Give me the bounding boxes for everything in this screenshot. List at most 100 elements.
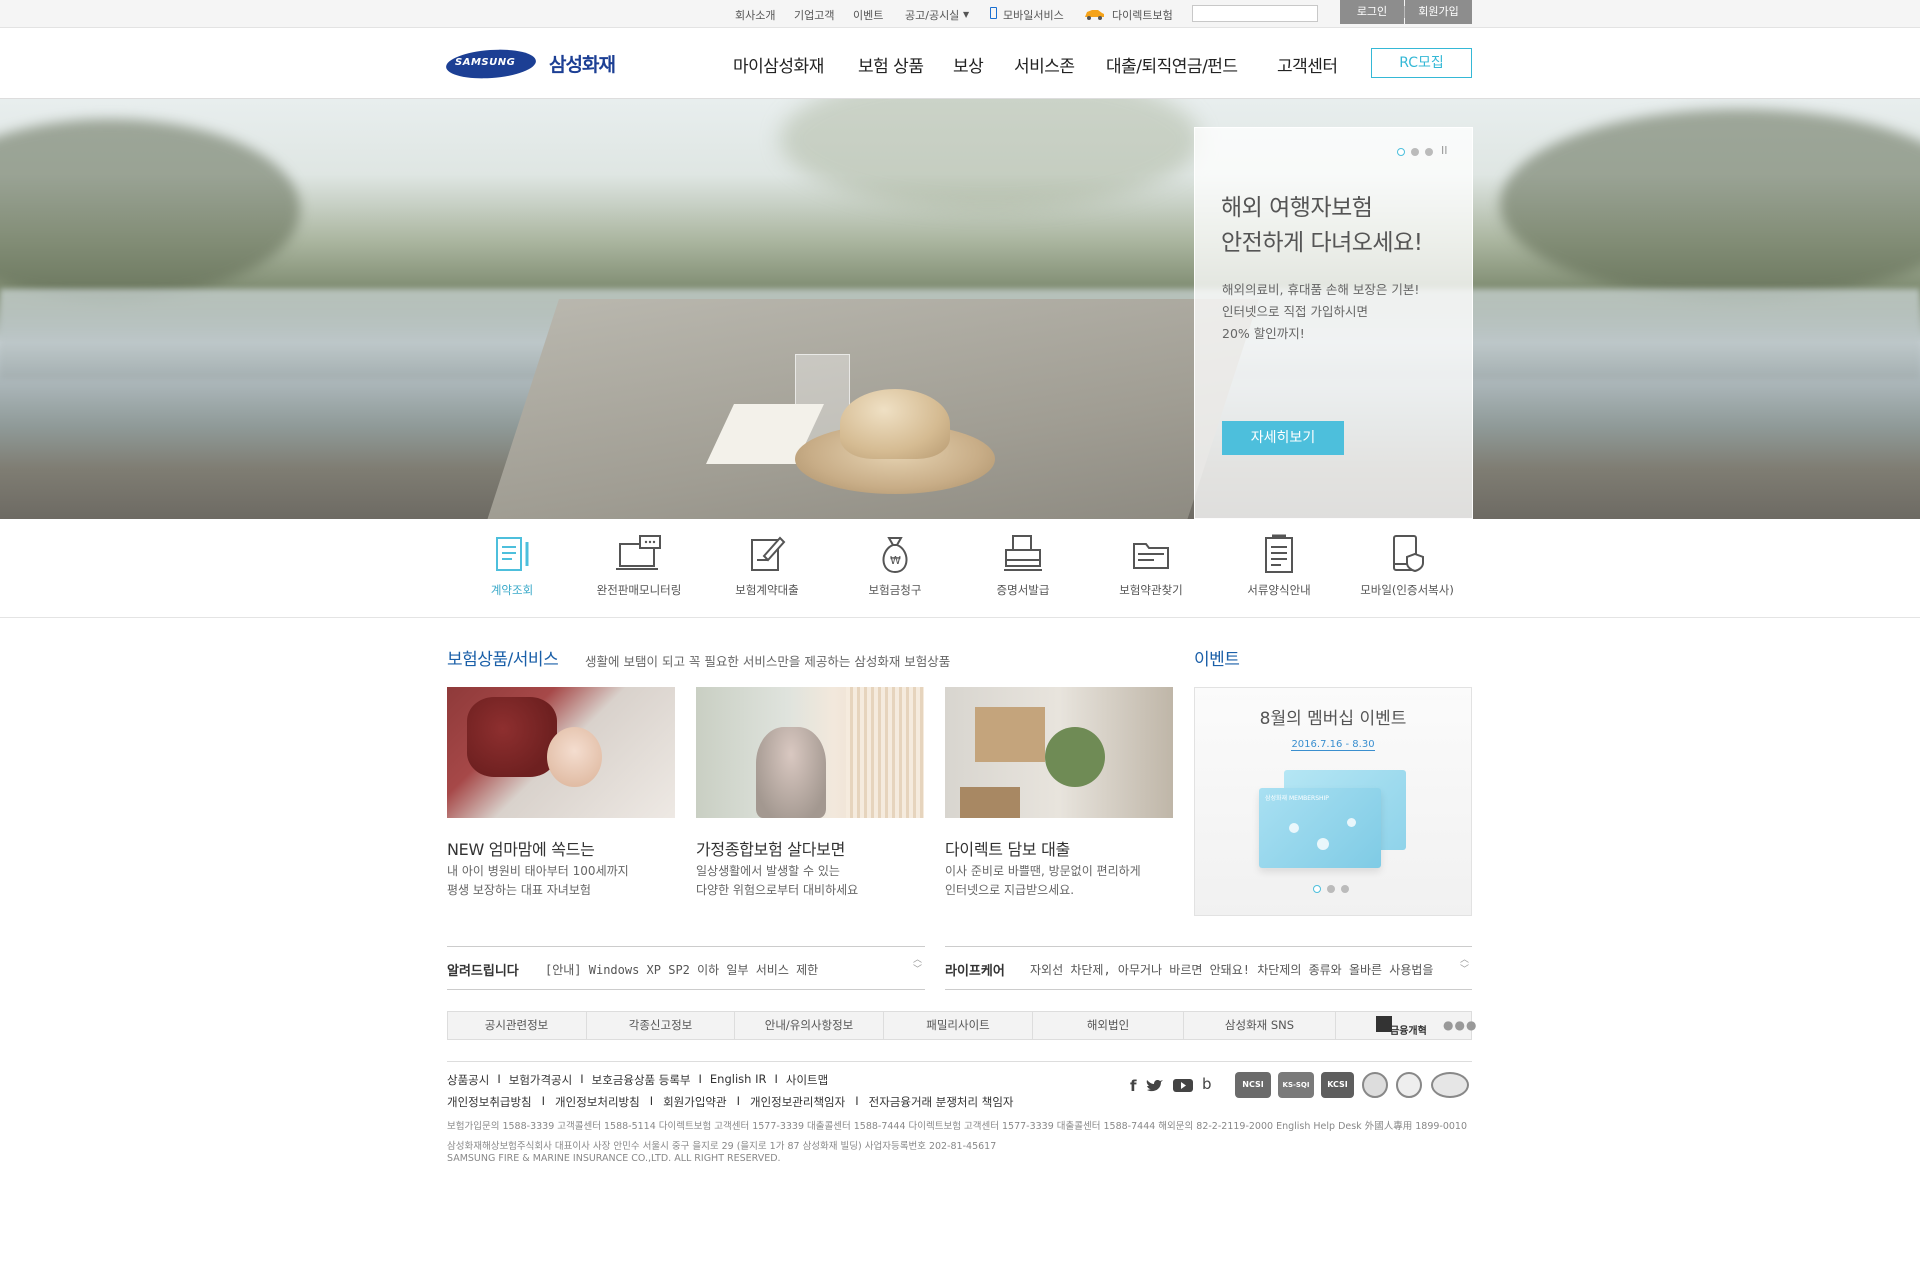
facebook-icon[interactable]: f bbox=[1130, 1077, 1137, 1095]
footer-separator: I bbox=[774, 1072, 778, 1086]
quick-certificate[interactable]: 증명서발급 bbox=[958, 534, 1088, 598]
quick-claim[interactable]: ₩ 보험금청구 bbox=[830, 534, 960, 598]
hero-hill-left bbox=[0, 119, 300, 299]
hero-desc-line1: 해외의료비, 휴대품 손해 보장은 기본! bbox=[1222, 282, 1420, 297]
quick-contract-inquiry[interactable]: 계약조회 bbox=[447, 534, 577, 598]
image-couple bbox=[756, 727, 826, 818]
blog-icon[interactable]: b bbox=[1202, 1075, 1212, 1093]
hero-hat-crown bbox=[840, 389, 950, 459]
footer-link[interactable]: 보호금융상품 등록부 bbox=[592, 1072, 691, 1088]
finance-reform-logo[interactable]: 금융개혁 bbox=[1390, 1022, 1427, 1037]
footer-link[interactable]: 개인정보처리방침 bbox=[555, 1094, 640, 1110]
wa-mark-icon bbox=[1431, 1072, 1469, 1098]
hero-detail-button[interactable]: 자세히보기 bbox=[1222, 421, 1344, 455]
join-button[interactable]: 회원가입 bbox=[1405, 0, 1472, 24]
product-title-home[interactable]: 가정종합보험 살다보면 bbox=[696, 836, 845, 860]
product-desc-line: 다양한 위험으로부터 대비하세요 bbox=[696, 883, 859, 897]
twitter-icon[interactable] bbox=[1146, 1079, 1164, 1093]
contract-document-icon bbox=[496, 537, 529, 571]
util-link-notice[interactable]: 공고/공시실 bbox=[905, 7, 959, 23]
footer-link[interactable]: 개인정보관리책임자 bbox=[750, 1094, 845, 1110]
pause-icon[interactable]: II bbox=[1441, 144, 1448, 157]
ncsi-badge: NCSI bbox=[1235, 1072, 1271, 1098]
util-link-business[interactable]: 기업고객 bbox=[794, 7, 834, 23]
util-link-company[interactable]: 회사소개 bbox=[735, 7, 775, 23]
product-desc-line: 평생 보장하는 대표 자녀보험 bbox=[447, 883, 591, 897]
notice-text[interactable]: [안내] Windows XP SP2 이하 일부 서비스 제한 bbox=[545, 961, 818, 978]
quick-label: 보험약관찾기 bbox=[1119, 583, 1183, 597]
flower-icon bbox=[1317, 838, 1329, 850]
slide-dot-3[interactable] bbox=[1425, 148, 1433, 156]
footer-link[interactable]: 사이트맵 bbox=[786, 1072, 828, 1088]
footer-link[interactable]: English IR bbox=[710, 1072, 767, 1088]
award-seal-icon bbox=[1396, 1072, 1422, 1098]
tab-family-sites[interactable]: 패밀리사이트 bbox=[884, 1011, 1033, 1040]
product-image-home[interactable] bbox=[696, 687, 924, 818]
lifecare-arrows-icon[interactable]: ︿ ﹀ bbox=[1460, 955, 1469, 975]
util-link-event[interactable]: 이벤트 bbox=[853, 7, 883, 23]
login-button[interactable]: 로그인 bbox=[1340, 0, 1404, 24]
slide-dot-2[interactable] bbox=[1411, 148, 1419, 156]
notice-label[interactable]: 알려드립니다 bbox=[447, 960, 519, 979]
product-image-loan[interactable] bbox=[945, 687, 1173, 818]
product-title-loan[interactable]: 다이렉트 담보 대출 bbox=[945, 836, 1070, 860]
nav-customer-center[interactable]: 고객센터 bbox=[1277, 52, 1338, 77]
slide-dot-1[interactable] bbox=[1397, 148, 1405, 156]
products-heading[interactable]: 보험상품/서비스 bbox=[447, 645, 559, 670]
brand-name[interactable]: 삼성화재 bbox=[549, 50, 616, 77]
footer-links-row-1: 상품공시 I 보험가격공시 I 보호금융상품 등록부 I English IR I 사이… bbox=[447, 1072, 828, 1088]
quick-sales-monitoring[interactable]: 완전판매모니터링 bbox=[574, 534, 704, 598]
quick-label: 서류양식안내 bbox=[1247, 583, 1311, 597]
more-icon[interactable]: ●●● bbox=[1443, 1018, 1477, 1032]
product-title-kids[interactable]: NEW 엄마맘에 쏙드는 bbox=[447, 836, 595, 860]
rc-recruit-button[interactable]: RC모집 bbox=[1371, 48, 1472, 78]
hero-desc-line3: 20% 할인까지! bbox=[1222, 326, 1305, 341]
product-image-kids[interactable] bbox=[447, 687, 675, 818]
quick-label: 완전판매모니터링 bbox=[596, 583, 682, 597]
quick-forms-guide[interactable]: 서류양식안내 bbox=[1214, 534, 1344, 598]
tab-notices[interactable]: 안내/유의사항정보 bbox=[735, 1011, 884, 1040]
footer-link[interactable]: 상품공시 bbox=[447, 1072, 489, 1088]
event-dot-1[interactable] bbox=[1313, 885, 1321, 893]
footer-separator: I bbox=[497, 1072, 501, 1086]
event-dot-2[interactable] bbox=[1327, 885, 1335, 893]
lifecare-label[interactable]: 라이프케어 bbox=[945, 960, 1005, 979]
product-desc-line: 인터넷으로 지급받으세요. bbox=[945, 883, 1075, 897]
money-bag-icon: ₩ bbox=[882, 537, 908, 574]
footer-links-row-2: 개인정보취급방침 I 개인정보처리방침 I 회원가입약관 I 개인정보관리책임자 I 전… bbox=[447, 1094, 1013, 1110]
util-link-direct[interactable]: 다이렉트보험 bbox=[1112, 7, 1173, 23]
hero-description: 해외의료비, 휴대품 손해 보장은 기본! 인터넷으로 직접 가입하시면 20%… bbox=[1222, 279, 1419, 345]
footer-link[interactable]: 개인정보취급방침 bbox=[447, 1094, 532, 1110]
youtube-icon[interactable] bbox=[1173, 1078, 1193, 1093]
footer-link[interactable]: 전자금융거래 분쟁처리 책임자 bbox=[869, 1094, 1014, 1110]
search-input[interactable] bbox=[1192, 5, 1318, 22]
nav-products[interactable]: 보험 상품 bbox=[858, 52, 924, 77]
tab-overseas[interactable]: 해외법인 bbox=[1033, 1011, 1184, 1040]
notice-arrows-icon[interactable]: ︿ ﹀ bbox=[913, 955, 922, 975]
footer-separator: I bbox=[855, 1094, 859, 1108]
quick-mobile-cert[interactable]: 모바일(인증서복사) bbox=[1342, 534, 1472, 598]
nav-loan-pension-fund[interactable]: 대출/퇴직연금/펀드 bbox=[1106, 52, 1238, 77]
product-desc-loan: 이사 준비로 바쁠땐, 방문없이 편리하게 인터넷으로 지급받으세요. bbox=[945, 862, 1141, 900]
tab-disclosure[interactable]: 공시관련정보 bbox=[447, 1011, 587, 1040]
util-link-mobile[interactable]: 모바일서비스 bbox=[1003, 7, 1064, 23]
tab-reports[interactable]: 각종신고정보 bbox=[587, 1011, 735, 1040]
quick-terms-search[interactable]: 보험약관찾기 bbox=[1086, 534, 1216, 598]
footer-link[interactable]: 보험가격공시 bbox=[509, 1072, 572, 1088]
folder-icon bbox=[1133, 543, 1169, 569]
quick-contract-loan[interactable]: 보험계약대출 bbox=[702, 534, 832, 598]
image-curtain bbox=[846, 687, 924, 818]
nav-service-zone[interactable]: 서비스존 bbox=[1014, 52, 1075, 77]
lifecare-text[interactable]: 자외선 차단제, 아무거나 바르면 안돼요! 차단제의 종류와 올바른 사용법을… bbox=[1030, 961, 1435, 978]
event-title: 8월의 멤버십 이벤트 bbox=[1259, 709, 1407, 729]
footer-divider bbox=[447, 1061, 1472, 1062]
nav-claims[interactable]: 보상 bbox=[953, 52, 984, 77]
award-seal-icon bbox=[1362, 1072, 1388, 1098]
event-dot-3[interactable] bbox=[1341, 885, 1349, 893]
nav-my-samsung[interactable]: 마이삼성화재 bbox=[733, 52, 824, 77]
tab-sns[interactable]: 삼성화재 SNS bbox=[1184, 1011, 1336, 1040]
footer-link[interactable]: 회원가입약관 bbox=[663, 1094, 726, 1110]
event-heading[interactable]: 이벤트 bbox=[1194, 645, 1240, 670]
products-subtitle: 생활에 보탬이 되고 꼭 필요한 서비스만을 제공하는 삼성화재 보험상품 bbox=[585, 654, 951, 669]
quick-label: 증명서발급 bbox=[996, 583, 1050, 597]
